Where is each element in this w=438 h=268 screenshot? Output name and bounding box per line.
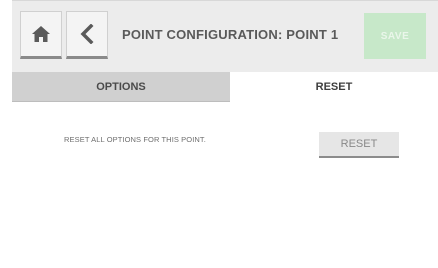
reset-description: RESET ALL OPTIONS FOR THIS POINT. [64,135,206,144]
tab-bar: OPTIONS RESET [12,72,438,102]
tab-options[interactable]: OPTIONS [12,72,230,102]
page-title: POINT CONFIGURATION: POINT 1 [122,27,339,42]
tab-reset[interactable]: RESET [230,72,438,102]
reset-button[interactable]: RESET [319,132,399,158]
point-configuration-screen: POINT CONFIGURATION: POINT 1 SAVE OPTION… [0,0,438,268]
chevron-left-icon [80,24,94,44]
home-button[interactable] [20,11,62,59]
header-bar: POINT CONFIGURATION: POINT 1 SAVE [12,0,438,72]
home-icon [31,25,51,43]
reset-panel: RESET ALL OPTIONS FOR THIS POINT. RESET [12,102,438,268]
save-button[interactable]: SAVE [364,13,426,59]
back-button[interactable] [66,11,108,59]
